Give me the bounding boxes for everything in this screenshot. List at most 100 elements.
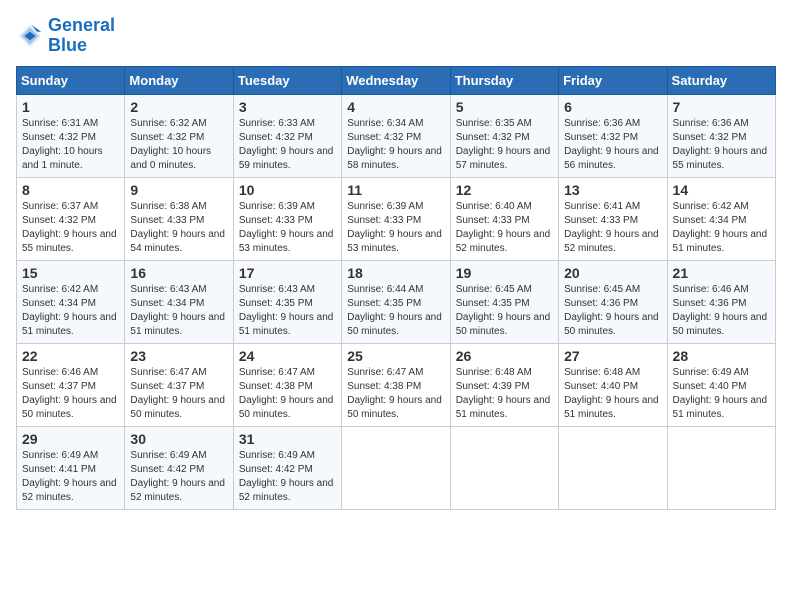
calendar-cell — [342, 426, 450, 509]
day-number: 21 — [673, 265, 770, 281]
header-sunday: Sunday — [17, 66, 125, 94]
day-info: Sunrise: 6:47 AMSunset: 4:38 PMDaylight:… — [347, 366, 444, 422]
day-number: 29 — [22, 431, 119, 447]
calendar-cell: 2 Sunrise: 6:32 AMSunset: 4:32 PMDayligh… — [125, 94, 233, 177]
calendar-cell: 7 Sunrise: 6:36 AMSunset: 4:32 PMDayligh… — [667, 94, 775, 177]
day-info: Sunrise: 6:33 AMSunset: 4:32 PMDaylight:… — [239, 117, 336, 173]
calendar-cell: 24 Sunrise: 6:47 AMSunset: 4:38 PMDaylig… — [233, 343, 341, 426]
calendar-cell: 8 Sunrise: 6:37 AMSunset: 4:32 PMDayligh… — [17, 177, 125, 260]
calendar-week-4: 22 Sunrise: 6:46 AMSunset: 4:37 PMDaylig… — [17, 343, 776, 426]
calendar-cell: 21 Sunrise: 6:46 AMSunset: 4:36 PMDaylig… — [667, 260, 775, 343]
day-info: Sunrise: 6:34 AMSunset: 4:32 PMDaylight:… — [347, 117, 444, 173]
calendar-cell: 10 Sunrise: 6:39 AMSunset: 4:33 PMDaylig… — [233, 177, 341, 260]
header-thursday: Thursday — [450, 66, 558, 94]
calendar-cell: 27 Sunrise: 6:48 AMSunset: 4:40 PMDaylig… — [559, 343, 667, 426]
day-number: 25 — [347, 348, 444, 364]
day-info: Sunrise: 6:47 AMSunset: 4:38 PMDaylight:… — [239, 366, 336, 422]
day-info: Sunrise: 6:43 AMSunset: 4:34 PMDaylight:… — [130, 283, 227, 339]
day-info: Sunrise: 6:32 AMSunset: 4:32 PMDaylight:… — [130, 117, 227, 173]
calendar-cell: 4 Sunrise: 6:34 AMSunset: 4:32 PMDayligh… — [342, 94, 450, 177]
calendar-cell: 28 Sunrise: 6:49 AMSunset: 4:40 PMDaylig… — [667, 343, 775, 426]
day-number: 20 — [564, 265, 661, 281]
logo-text: General Blue — [48, 16, 115, 56]
day-number: 23 — [130, 348, 227, 364]
calendar-cell: 6 Sunrise: 6:36 AMSunset: 4:32 PMDayligh… — [559, 94, 667, 177]
calendar-header-row: SundayMondayTuesdayWednesdayThursdayFrid… — [17, 66, 776, 94]
day-number: 24 — [239, 348, 336, 364]
calendar-cell: 14 Sunrise: 6:42 AMSunset: 4:34 PMDaylig… — [667, 177, 775, 260]
day-info: Sunrise: 6:42 AMSunset: 4:34 PMDaylight:… — [673, 200, 770, 256]
day-info: Sunrise: 6:39 AMSunset: 4:33 PMDaylight:… — [347, 200, 444, 256]
calendar-cell: 26 Sunrise: 6:48 AMSunset: 4:39 PMDaylig… — [450, 343, 558, 426]
day-info: Sunrise: 6:49 AMSunset: 4:41 PMDaylight:… — [22, 449, 119, 505]
day-number: 6 — [564, 99, 661, 115]
day-info: Sunrise: 6:45 AMSunset: 4:35 PMDaylight:… — [456, 283, 553, 339]
calendar-cell: 17 Sunrise: 6:43 AMSunset: 4:35 PMDaylig… — [233, 260, 341, 343]
day-number: 8 — [22, 182, 119, 198]
day-number: 12 — [456, 182, 553, 198]
calendar-week-5: 29 Sunrise: 6:49 AMSunset: 4:41 PMDaylig… — [17, 426, 776, 509]
day-number: 17 — [239, 265, 336, 281]
header-wednesday: Wednesday — [342, 66, 450, 94]
day-number: 9 — [130, 182, 227, 198]
day-number: 13 — [564, 182, 661, 198]
calendar-week-1: 1 Sunrise: 6:31 AMSunset: 4:32 PMDayligh… — [17, 94, 776, 177]
day-number: 4 — [347, 99, 444, 115]
day-number: 5 — [456, 99, 553, 115]
day-info: Sunrise: 6:49 AMSunset: 4:42 PMDaylight:… — [239, 449, 336, 505]
day-info: Sunrise: 6:36 AMSunset: 4:32 PMDaylight:… — [564, 117, 661, 173]
calendar-cell: 20 Sunrise: 6:45 AMSunset: 4:36 PMDaylig… — [559, 260, 667, 343]
day-number: 14 — [673, 182, 770, 198]
calendar-cell: 1 Sunrise: 6:31 AMSunset: 4:32 PMDayligh… — [17, 94, 125, 177]
calendar-cell — [450, 426, 558, 509]
day-number: 28 — [673, 348, 770, 364]
day-info: Sunrise: 6:35 AMSunset: 4:32 PMDaylight:… — [456, 117, 553, 173]
day-info: Sunrise: 6:38 AMSunset: 4:33 PMDaylight:… — [130, 200, 227, 256]
header-saturday: Saturday — [667, 66, 775, 94]
calendar-cell: 11 Sunrise: 6:39 AMSunset: 4:33 PMDaylig… — [342, 177, 450, 260]
calendar-cell: 13 Sunrise: 6:41 AMSunset: 4:33 PMDaylig… — [559, 177, 667, 260]
calendar-cell: 23 Sunrise: 6:47 AMSunset: 4:37 PMDaylig… — [125, 343, 233, 426]
calendar-cell: 25 Sunrise: 6:47 AMSunset: 4:38 PMDaylig… — [342, 343, 450, 426]
day-number: 16 — [130, 265, 227, 281]
calendar-cell: 15 Sunrise: 6:42 AMSunset: 4:34 PMDaylig… — [17, 260, 125, 343]
day-number: 19 — [456, 265, 553, 281]
day-info: Sunrise: 6:43 AMSunset: 4:35 PMDaylight:… — [239, 283, 336, 339]
day-number: 18 — [347, 265, 444, 281]
calendar-cell: 31 Sunrise: 6:49 AMSunset: 4:42 PMDaylig… — [233, 426, 341, 509]
day-info: Sunrise: 6:47 AMSunset: 4:37 PMDaylight:… — [130, 366, 227, 422]
day-number: 30 — [130, 431, 227, 447]
header-tuesday: Tuesday — [233, 66, 341, 94]
day-info: Sunrise: 6:48 AMSunset: 4:39 PMDaylight:… — [456, 366, 553, 422]
day-info: Sunrise: 6:36 AMSunset: 4:32 PMDaylight:… — [673, 117, 770, 173]
header: General Blue — [16, 16, 776, 56]
logo: General Blue — [16, 16, 115, 56]
day-number: 11 — [347, 182, 444, 198]
day-info: Sunrise: 6:46 AMSunset: 4:37 PMDaylight:… — [22, 366, 119, 422]
day-info: Sunrise: 6:48 AMSunset: 4:40 PMDaylight:… — [564, 366, 661, 422]
day-number: 10 — [239, 182, 336, 198]
calendar-cell: 19 Sunrise: 6:45 AMSunset: 4:35 PMDaylig… — [450, 260, 558, 343]
day-number: 7 — [673, 99, 770, 115]
calendar-table: SundayMondayTuesdayWednesdayThursdayFrid… — [16, 66, 776, 510]
calendar-cell — [667, 426, 775, 509]
day-info: Sunrise: 6:39 AMSunset: 4:33 PMDaylight:… — [239, 200, 336, 256]
day-info: Sunrise: 6:37 AMSunset: 4:32 PMDaylight:… — [22, 200, 119, 256]
calendar-cell: 29 Sunrise: 6:49 AMSunset: 4:41 PMDaylig… — [17, 426, 125, 509]
day-number: 22 — [22, 348, 119, 364]
calendar-cell: 22 Sunrise: 6:46 AMSunset: 4:37 PMDaylig… — [17, 343, 125, 426]
calendar-cell: 30 Sunrise: 6:49 AMSunset: 4:42 PMDaylig… — [125, 426, 233, 509]
day-number: 26 — [456, 348, 553, 364]
logo-icon — [16, 22, 44, 50]
day-info: Sunrise: 6:49 AMSunset: 4:40 PMDaylight:… — [673, 366, 770, 422]
calendar-cell: 18 Sunrise: 6:44 AMSunset: 4:35 PMDaylig… — [342, 260, 450, 343]
day-number: 15 — [22, 265, 119, 281]
calendar-week-3: 15 Sunrise: 6:42 AMSunset: 4:34 PMDaylig… — [17, 260, 776, 343]
day-info: Sunrise: 6:46 AMSunset: 4:36 PMDaylight:… — [673, 283, 770, 339]
day-number: 31 — [239, 431, 336, 447]
day-number: 2 — [130, 99, 227, 115]
day-info: Sunrise: 6:31 AMSunset: 4:32 PMDaylight:… — [22, 117, 119, 173]
day-info: Sunrise: 6:40 AMSunset: 4:33 PMDaylight:… — [456, 200, 553, 256]
day-number: 27 — [564, 348, 661, 364]
day-info: Sunrise: 6:45 AMSunset: 4:36 PMDaylight:… — [564, 283, 661, 339]
